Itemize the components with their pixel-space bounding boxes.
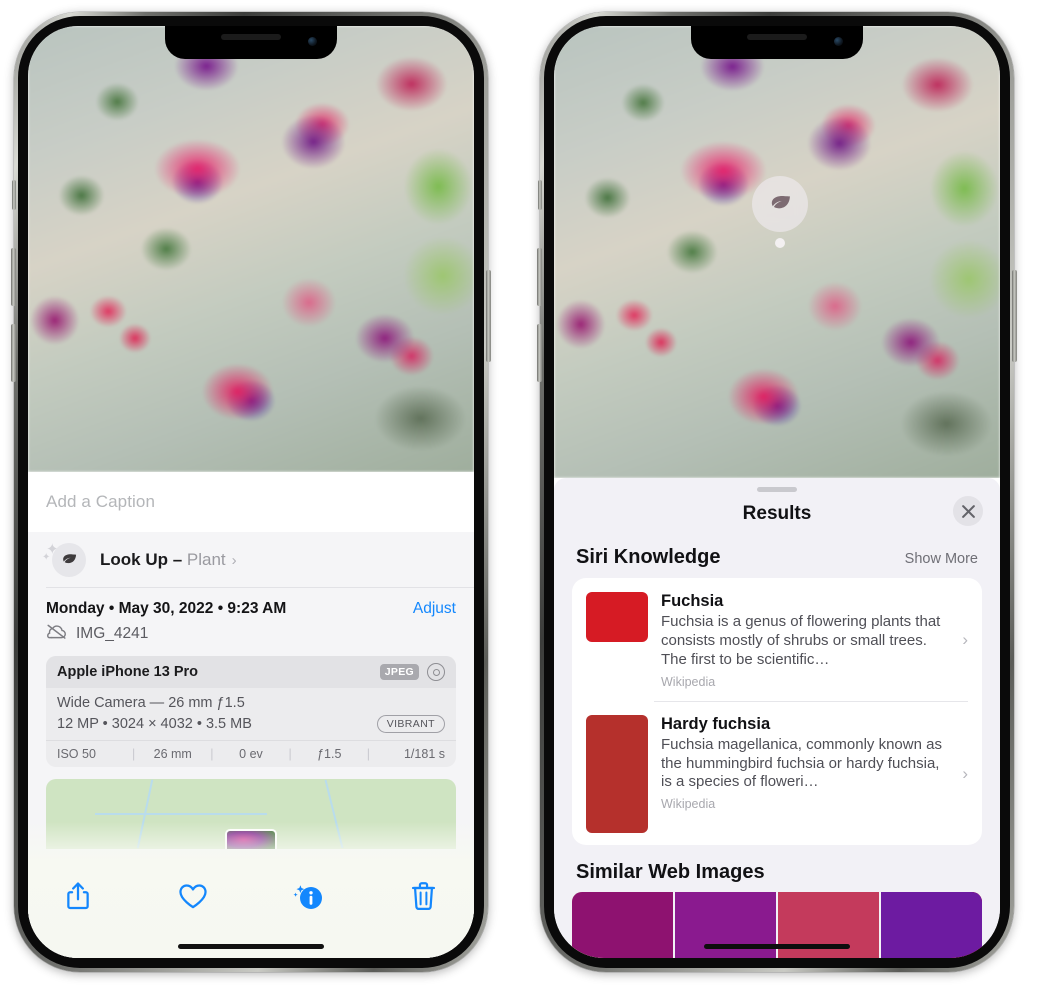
adjust-button[interactable]: Adjust xyxy=(413,600,456,618)
notch-left xyxy=(165,26,337,59)
chevron-right-icon: › xyxy=(962,630,968,650)
info-sheet-body: ✦ ✦ Look Up – Plant › Monday • May 30, 2… xyxy=(28,532,474,958)
resolution-row: 12 MP • 3024 × 4032 • 3.5 MB VIBRANT xyxy=(57,715,445,733)
close-icon[interactable] xyxy=(953,496,983,526)
photo-view-right[interactable] xyxy=(554,26,1000,478)
format-badge: JPEG xyxy=(379,664,419,680)
metadata-header: Apple iPhone 13 Pro JPEG xyxy=(46,656,456,688)
web-image-thumbnail[interactable] xyxy=(572,891,673,958)
similar-web-images-header: Similar Web Images xyxy=(554,845,1000,892)
show-more-button[interactable]: Show More xyxy=(905,551,978,567)
knowledge-thumbnail xyxy=(586,592,648,642)
resolution-info: 12 MP • 3024 × 4032 • 3.5 MB xyxy=(57,716,252,732)
look-up-icon-group: ✦ ✦ xyxy=(42,541,90,577)
visual-lookup-leaf-badge[interactable] xyxy=(752,176,808,232)
filename-row: IMG_4241 xyxy=(28,622,474,654)
date-row: Monday • May 30, 2022 • 9:23 AM Adjust xyxy=(28,588,474,622)
photo-filename: IMG_4241 xyxy=(76,625,149,642)
knowledge-source: Wikipedia xyxy=(661,797,716,812)
iphone-right-visual-lookup: Results Siri Knowledge Show More Fuchsia… xyxy=(537,12,1017,972)
results-header: Results xyxy=(554,492,1000,536)
knowledge-title: Hardy fuchsia xyxy=(661,714,771,733)
knowledge-description: Fuchsia magellanica, commonly known as t… xyxy=(661,735,942,791)
front-camera-icon xyxy=(308,37,317,46)
icloud-slash-icon xyxy=(46,624,67,644)
camera-metadata-card[interactable]: Apple iPhone 13 Pro JPEG Wide Camera — 2… xyxy=(46,656,456,767)
knowledge-source: Wikipedia xyxy=(661,674,716,689)
knowledge-description: Fuchsia is a genus of flowering plants t… xyxy=(661,613,941,668)
iphone-left-photo-info: Add a Caption ✦ ✦ Look Up – Plant › Mond… xyxy=(11,12,491,972)
delete-button[interactable] xyxy=(398,876,450,916)
silence-switch-right[interactable] xyxy=(538,180,542,210)
exif-row: ISO 50 | 26 mm | 0 ev | ƒ1.5 | 1/181 s xyxy=(46,740,456,767)
map-road xyxy=(95,813,268,815)
metadata-badges: JPEG xyxy=(379,663,445,681)
screenshot-stage: Add a Caption ✦ ✦ Look Up – Plant › Mond… xyxy=(0,0,1055,985)
volume-up-button-right[interactable] xyxy=(537,248,542,306)
exif-ev: 0 ev xyxy=(239,747,263,761)
metadata-body: Wide Camera — 26 mm ƒ1.5 12 MP • 3024 × … xyxy=(46,688,456,740)
volume-down-button-right[interactable] xyxy=(537,324,542,382)
look-up-row[interactable]: ✦ ✦ Look Up – Plant › xyxy=(28,532,474,588)
siri-knowledge-card: Fuchsia Fuchsia is a genus of flowering … xyxy=(572,578,982,845)
aperture-icon xyxy=(427,663,445,681)
list-item[interactable]: Hardy fuchsia Fuchsia magellanica, commo… xyxy=(572,700,982,845)
look-up-label-text: Look Up – xyxy=(100,550,187,569)
chevron-right-icon: › xyxy=(231,551,237,569)
knowledge-text: Hardy fuchsia Fuchsia magellanica, commo… xyxy=(648,715,960,833)
photo-date: Monday • May 30, 2022 • 9:23 AM xyxy=(46,600,287,617)
photo-view-left[interactable] xyxy=(28,26,474,472)
screen-left: Add a Caption ✦ ✦ Look Up – Plant › Mond… xyxy=(28,26,474,958)
sparkle-small-icon: ✦ xyxy=(42,552,51,563)
earpiece-speaker-icon xyxy=(747,34,807,40)
notch-right xyxy=(691,26,863,59)
photographic-style-badge: VIBRANT xyxy=(376,715,445,733)
fuchsia-photo-image xyxy=(554,26,1000,478)
exif-aperture: ƒ1.5 xyxy=(317,747,342,761)
screen-right: Results Siri Knowledge Show More Fuchsia… xyxy=(554,26,1000,958)
volume-up-button-left[interactable] xyxy=(11,248,16,306)
front-camera-icon xyxy=(834,37,843,46)
caption-placeholder-text: Add a Caption xyxy=(46,492,156,511)
photo-info-sheet: Add a Caption ✦ ✦ Look Up – Plant › Mond… xyxy=(28,472,474,958)
knowledge-text: Fuchsia Fuchsia is a genus of flowering … xyxy=(648,592,960,689)
share-button[interactable] xyxy=(52,876,104,916)
info-button[interactable] xyxy=(283,876,335,916)
map-fade-overlay xyxy=(28,822,474,862)
power-button-right[interactable] xyxy=(1012,270,1017,362)
lens-info: Wide Camera — 26 mm ƒ1.5 xyxy=(57,695,245,711)
results-title: Results xyxy=(742,503,812,524)
favorite-button[interactable] xyxy=(167,876,219,916)
chevron-right-icon: › xyxy=(962,763,968,783)
caption-input[interactable]: Add a Caption xyxy=(28,472,474,532)
siri-knowledge-header: Siri Knowledge Show More xyxy=(554,536,1000,578)
volume-down-button-left[interactable] xyxy=(11,324,16,382)
exif-iso: ISO 50 xyxy=(57,747,96,761)
leaf-icon xyxy=(52,543,86,577)
device-name: Apple iPhone 13 Pro xyxy=(57,664,198,680)
home-indicator-left[interactable] xyxy=(178,944,324,949)
list-item[interactable]: Fuchsia Fuchsia is a genus of flowering … xyxy=(572,578,982,701)
earpiece-speaker-icon xyxy=(221,34,281,40)
look-up-subject: Plant xyxy=(186,550,226,569)
fuchsia-photo-image xyxy=(28,26,474,472)
exif-shutter: 1/181 s xyxy=(403,747,445,761)
look-up-label: Look Up – Plant xyxy=(100,550,226,570)
exif-focal: 26 mm xyxy=(153,747,192,761)
home-indicator-right[interactable] xyxy=(704,944,850,949)
visual-lookup-anchor-dot xyxy=(775,238,785,248)
knowledge-thumbnail xyxy=(586,714,648,833)
web-image-thumbnail[interactable] xyxy=(881,891,982,958)
visual-lookup-results-sheet: Results Siri Knowledge Show More Fuchsia… xyxy=(554,478,1000,958)
similar-web-images-title: Similar Web Images xyxy=(576,860,765,883)
knowledge-title: Fuchsia xyxy=(661,592,724,610)
silence-switch-left[interactable] xyxy=(12,180,16,210)
power-button-left[interactable] xyxy=(486,270,491,362)
siri-knowledge-title: Siri Knowledge xyxy=(576,546,721,568)
